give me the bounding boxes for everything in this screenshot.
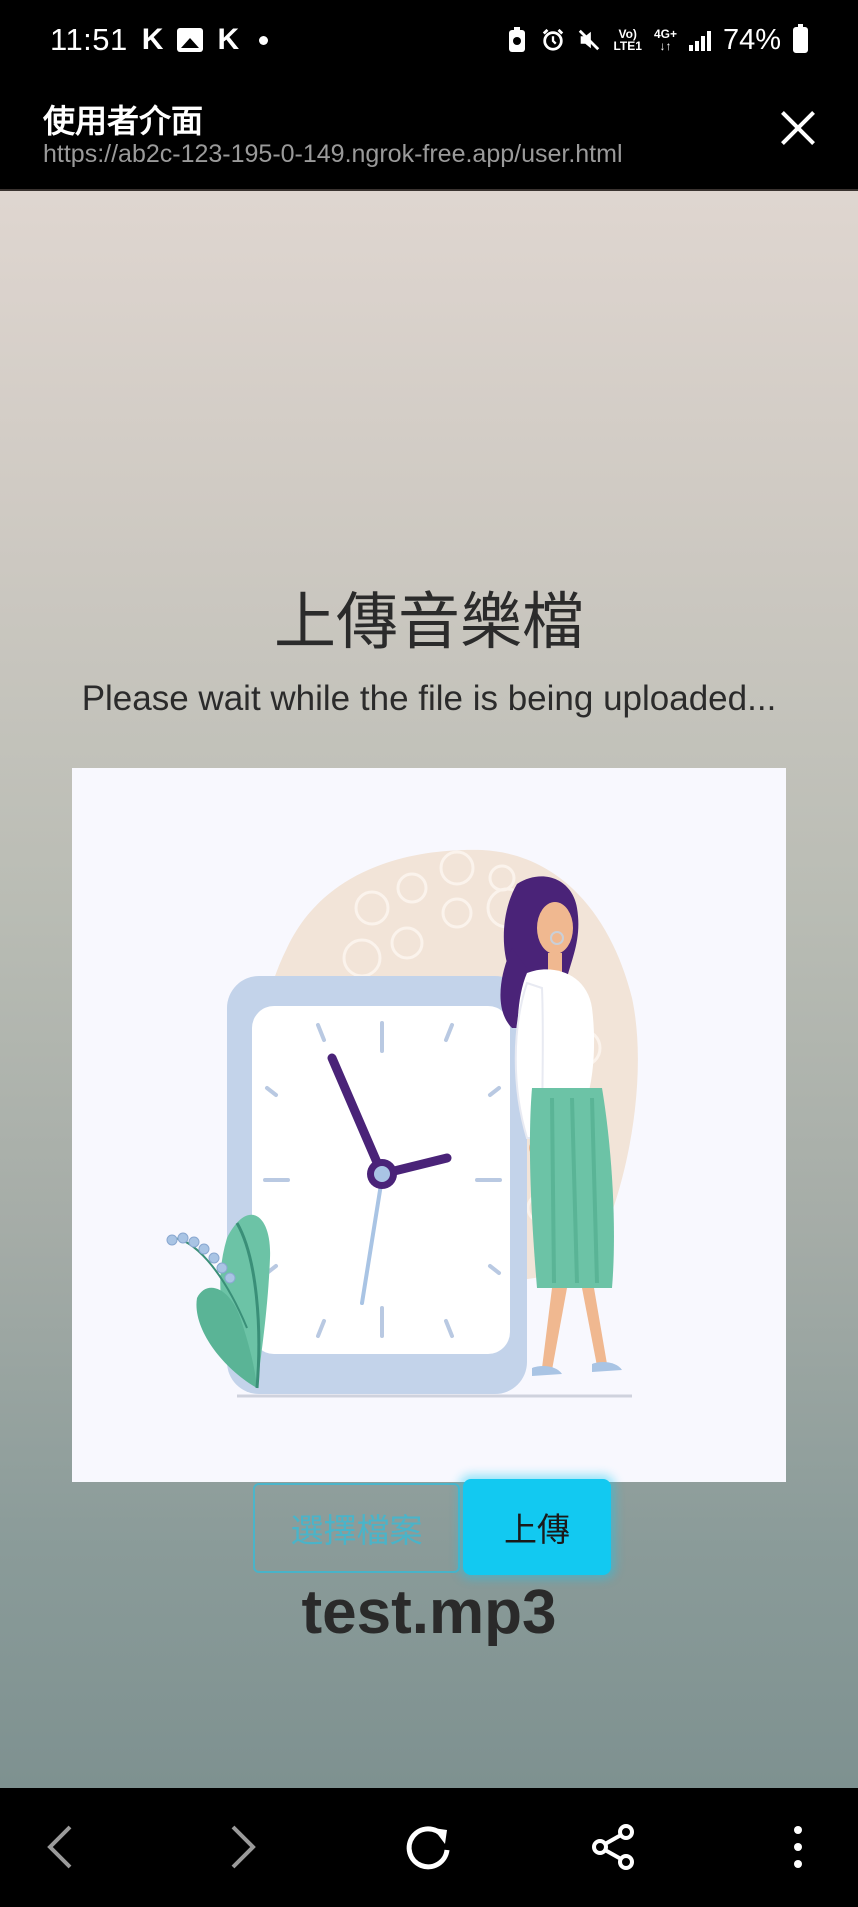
share-icon[interactable]	[578, 1812, 648, 1882]
mute-icon	[577, 28, 601, 52]
choose-file-button[interactable]: 選擇檔案	[253, 1483, 460, 1573]
refresh-icon[interactable]	[393, 1812, 463, 1882]
battery-saver-icon	[505, 27, 529, 52]
kakao-icon: K	[141, 23, 164, 56]
upload-status-text: Please wait while the file is being uplo…	[81, 679, 777, 718]
status-time: 11:51	[50, 22, 128, 57]
clock-woman-illustration	[166, 849, 638, 1398]
battery-percent: 74%	[722, 23, 781, 56]
4g-icon: 4G+ ↓↑	[654, 28, 677, 52]
page-url[interactable]: https://ab2c-123-195-0-149.ngrok-free.ap…	[43, 140, 623, 169]
signal-icon	[688, 29, 711, 51]
close-icon[interactable]	[774, 104, 822, 152]
upload-heading: 上傳音樂檔	[273, 585, 584, 658]
status-right: Vo) LTE1 4G+ ↓↑ 74%	[505, 24, 808, 57]
volte-bottom: LTE1	[613, 39, 642, 53]
status-bar: 11:51 K K Vo) LTE1 4G+ ↓↑ 74%	[0, 0, 858, 80]
notification-dot-icon	[259, 35, 269, 45]
page-content: 上傳音樂檔 Please wait while the file is bein…	[0, 191, 858, 1788]
page-title: 使用者介面	[43, 102, 204, 140]
waiting-illustration	[72, 768, 786, 1482]
net-bottom: ↓↑	[659, 39, 672, 53]
selected-file-name: test.mp3	[301, 1578, 557, 1647]
battery-icon	[793, 24, 808, 53]
kakao-icon: K	[217, 23, 240, 56]
back-icon[interactable]	[25, 1812, 95, 1882]
alarm-icon	[541, 28, 565, 52]
browser-header: 使用者介面 https://ab2c-123-195-0-149.ngrok-f…	[0, 80, 858, 191]
forward-icon[interactable]	[208, 1812, 278, 1882]
gallery-icon	[177, 28, 204, 52]
volte-icon: Vo) LTE1	[613, 28, 641, 52]
upload-button[interactable]: 上傳	[463, 1479, 611, 1575]
status-left: 11:51 K K	[50, 22, 269, 58]
browser-bottom-nav	[0, 1788, 858, 1907]
more-options-icon[interactable]	[763, 1812, 833, 1882]
